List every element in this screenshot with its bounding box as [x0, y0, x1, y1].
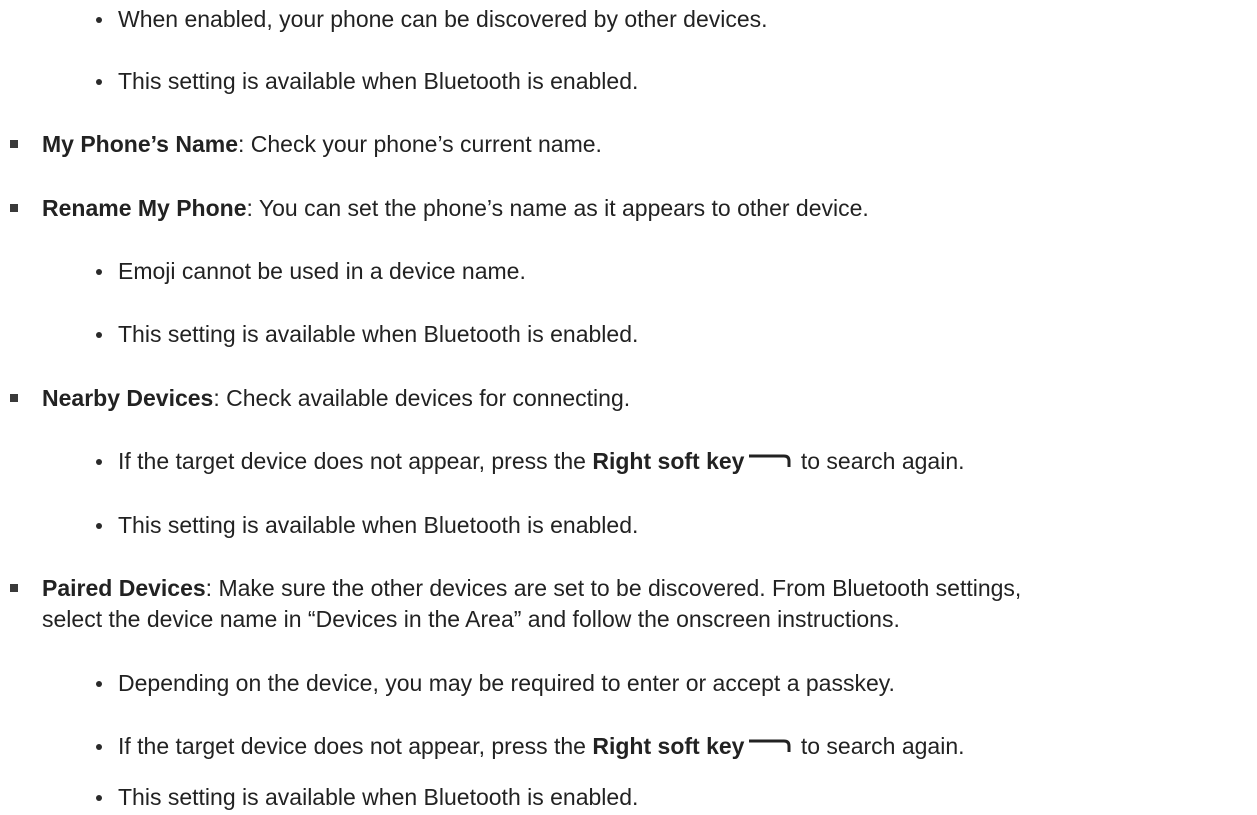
bullet-icon [96, 332, 102, 338]
bullet-icon [96, 79, 102, 85]
list-item: This setting is available when Bluetooth… [96, 66, 638, 96]
list-item-text: This setting is available when Bluetooth… [118, 784, 639, 810]
list-item-text: This setting is available when Bluetooth… [118, 512, 639, 538]
item-label: Nearby Devices [42, 385, 214, 411]
list-item-text: Depending on the device, you may be requ… [118, 670, 895, 696]
item-description-cont: select the device name in “Devices in th… [42, 606, 900, 632]
item-description: : Check available devices for connecting… [213, 385, 631, 411]
list-item-text: When enabled, your phone can be discover… [118, 6, 768, 32]
bullet-icon [96, 459, 102, 465]
right-soft-key-icon [748, 730, 792, 760]
bullet-icon [10, 140, 18, 148]
item-description: : Make sure the other devices are set to… [205, 575, 1022, 601]
list-item-nearby-devices: Nearby Devices: Check available devices … [10, 383, 631, 413]
list-item-text: If the target device does not appear, pr… [118, 448, 593, 474]
list-item: This setting is available when Bluetooth… [96, 510, 638, 540]
bullet-icon [96, 795, 102, 801]
list-item-text: to search again. [794, 448, 965, 474]
list-item-text: to search again. [794, 733, 965, 759]
bullet-icon [96, 269, 102, 275]
item-description: : Check your phone’s current name. [237, 131, 602, 157]
list-item: If the target device does not appear, pr… [96, 446, 965, 478]
list-item-continuation: select the device name in “Devices in th… [42, 604, 900, 634]
item-label: My Phone’s Name [42, 131, 238, 157]
bullet-icon [10, 394, 18, 402]
bullet-icon [10, 584, 18, 592]
right-soft-key-label: Right soft key [592, 733, 745, 759]
bullet-icon [96, 744, 102, 750]
list-item: Emoji cannot be used in a device name. [96, 256, 526, 286]
list-item: If the target device does not appear, pr… [96, 731, 965, 763]
list-item-paired-devices: Paired Devices: Make sure the other devi… [10, 573, 1022, 603]
bullet-icon [96, 681, 102, 687]
list-item-my-phone-name: My Phone’s Name: Check your phone’s curr… [10, 129, 602, 159]
item-label: Rename My Phone [42, 195, 247, 221]
right-soft-key-icon [748, 445, 792, 475]
list-item-text: Emoji cannot be used in a device name. [118, 258, 526, 284]
right-soft-key-label: Right soft key [592, 448, 745, 474]
list-item-rename-my-phone: Rename My Phone: You can set the phone’s… [10, 193, 869, 223]
item-description: : You can set the phone’s name as it app… [246, 195, 869, 221]
list-item: This setting is available when Bluetooth… [96, 319, 638, 349]
bullet-icon [10, 204, 18, 212]
list-item: Depending on the device, you may be requ… [96, 668, 895, 698]
list-item: When enabled, your phone can be discover… [96, 4, 768, 34]
list-item-text: This setting is available when Bluetooth… [118, 68, 639, 94]
list-item-text: This setting is available when Bluetooth… [118, 321, 639, 347]
list-item-text: If the target device does not appear, pr… [118, 733, 593, 759]
bullet-icon [96, 523, 102, 529]
list-item: This setting is available when Bluetooth… [96, 782, 638, 812]
bullet-icon [96, 17, 102, 23]
item-label: Paired Devices [42, 575, 206, 601]
